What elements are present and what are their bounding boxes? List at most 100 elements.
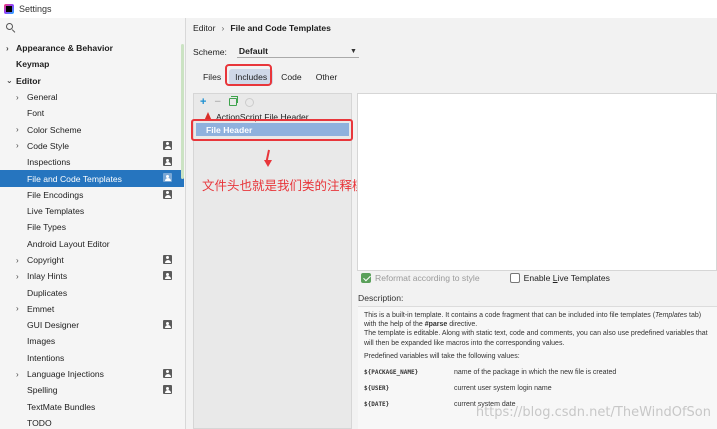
file-header-red-highlight [191,119,353,141]
watermark: https://blog.csdn.net/TheWindOfSon [475,404,711,420]
chevron-icon[interactable]: › [16,141,26,150]
chevron-icon[interactable]: › [16,370,26,379]
breadcrumb: Editor › File and Code Templates [193,23,331,33]
sidebar-item-label: Code Style [27,140,70,151]
includes-tab-red-highlight [225,64,272,86]
sidebar-item-file-and-code-templates[interactable]: File and Code Templates [0,170,184,187]
tab-files[interactable]: Files [197,69,227,85]
chevron-down-icon: ▼ [349,47,357,55]
scheme-value: Default [238,46,269,56]
copy-icon[interactable] [228,96,238,106]
sidebar-item-label: Spelling [27,385,58,396]
sidebar-item-label: Inspections [27,157,71,168]
sidebar-item-file-types[interactable]: File Types [0,219,184,235]
sidebar-item-inlay-hints[interactable]: › Inlay Hints [0,268,184,284]
sidebar-item-gui-designer[interactable]: GUI Designer [0,317,184,333]
chevron-icon[interactable]: › [16,304,26,313]
chevron-icon[interactable]: › [16,125,26,134]
chevron-icon[interactable]: › [16,272,26,281]
template-editor[interactable] [357,93,717,271]
project-scope-icon [163,385,172,395]
sidebar-item-images[interactable]: Images [0,333,184,349]
sidebar-item-label: Language Injections [27,369,104,380]
project-scope-icon [163,368,172,378]
reformat-label: Reformat according to style [375,273,480,283]
annotation-text: 文件头也就是我们类的注释模板 [202,178,378,193]
settings-tree: › Appearance & Behavior Keymap ⌄ Editor › Gene… [0,40,184,429]
sidebar-item-keymap[interactable]: Keymap [0,56,184,72]
chevron-icon[interactable]: › [16,256,26,265]
sidebar-item-label: GUI Designer [27,320,80,331]
sidebar-item-spelling[interactable]: Spelling [0,382,184,398]
sidebar-item-general[interactable]: › General [0,89,184,105]
sidebar-item-label: Keymap [16,59,50,70]
settings-sidebar: › Appearance & Behavior Keymap ⌄ Editor › Gene… [0,18,186,429]
variable-row: ${USER} current user system login name [364,385,552,393]
sidebar-item-label: Live Templates [27,206,85,217]
sidebar-item-label: Emmet [27,303,55,314]
project-scope-icon [163,189,172,199]
sidebar-item-android-layout-editor[interactable]: Android Layout Editor [0,236,184,252]
live-templates-checkbox[interactable] [509,273,520,283]
description-text: This is a built-in template. It contains… [364,312,708,347]
sidebar-item-editor[interactable]: ⌄ Editor [0,73,184,89]
sidebar-item-label: Copyright [27,255,64,265]
variable-row: ${PACKAGE_NAME} name of the package in wh… [364,369,617,377]
sidebar-item-appearance-behavior[interactable]: › Appearance & Behavior [0,40,184,56]
sidebar-item-label: Images [27,336,56,347]
sidebar-item-inspections[interactable]: Inspections [0,154,184,170]
variables-intro: Predefined variables will take the follo… [364,352,520,360]
settings-content: Editor › File and Code Templates Scheme:… [187,18,717,429]
sidebar-item-font[interactable]: Font [0,105,184,121]
scheme-row: Scheme: Default ▼ [193,45,359,58]
search-icon[interactable] [6,23,16,34]
chevron-icon[interactable]: › [6,44,16,53]
project-scope-icon [163,140,172,150]
scheme-dropdown[interactable]: Default ▼ [236,45,359,58]
sidebar-item-textmate-bundles[interactable]: TextMate Bundles [0,399,184,415]
sidebar-item-label: Intentions [27,352,65,363]
live-templates-label: Enable Live Templates [523,273,610,283]
scheme-label: Scheme: [193,46,227,57]
chevron-icon[interactable]: › [16,93,26,102]
breadcrumb-parent[interactable]: Editor [193,23,215,33]
sidebar-item-label: TODO [27,417,52,428]
template-list-panel: + − ActionScript File Header File Header [193,93,352,429]
tab-code[interactable]: Code [275,69,308,85]
tab-other[interactable]: Other [310,69,344,85]
sidebar-item-code-style[interactable]: › Code Style [0,138,184,154]
remove-icon[interactable]: − [214,96,220,108]
add-icon[interactable]: + [200,96,206,108]
sidebar-item-live-templates[interactable]: Live Templates [0,203,184,219]
sidebar-item-label: File Types [27,222,67,233]
sidebar-item-duplicates[interactable]: Duplicates [0,284,184,300]
project-scope-icon [163,157,172,167]
sidebar-item-label: Color Scheme [27,124,82,135]
intellij-app-icon [4,4,14,14]
sidebar-item-intentions[interactable]: Intentions [0,350,184,366]
sidebar-item-label: General [27,92,58,103]
sidebar-item-label: Font [27,108,45,119]
window-title: Settings [19,4,52,14]
sidebar-scrollbar[interactable] [181,44,184,179]
sidebar-item-label: Duplicates [27,287,68,298]
breadcrumb-separator: › [221,23,225,33]
sidebar-item-file-encodings[interactable]: File Encodings [0,187,184,203]
settings-search[interactable] [0,18,185,38]
reset-icon[interactable] [244,97,254,107]
sidebar-item-label: Editor [16,75,41,86]
chevron-icon[interactable]: ⌄ [6,76,16,85]
title-bar: Settings [0,0,717,18]
sidebar-item-copyright[interactable]: › Copyright [0,252,184,268]
sidebar-item-label: TextMate Bundles [27,401,96,412]
description-label: Description: [358,293,404,303]
reformat-checkbox[interactable] [361,273,371,283]
project-scope-icon [163,173,172,183]
project-scope-icon [163,254,172,264]
sidebar-item-todo[interactable]: TODO [0,415,184,429]
sidebar-item-emmet[interactable]: › Emmet [0,301,184,317]
sidebar-item-label: File and Code Templates [27,173,122,184]
sidebar-item-language-injections[interactable]: › Language Injections [0,366,184,382]
sidebar-item-label: File Encodings [27,189,84,200]
sidebar-item-color-scheme[interactable]: › Color Scheme [0,121,184,137]
